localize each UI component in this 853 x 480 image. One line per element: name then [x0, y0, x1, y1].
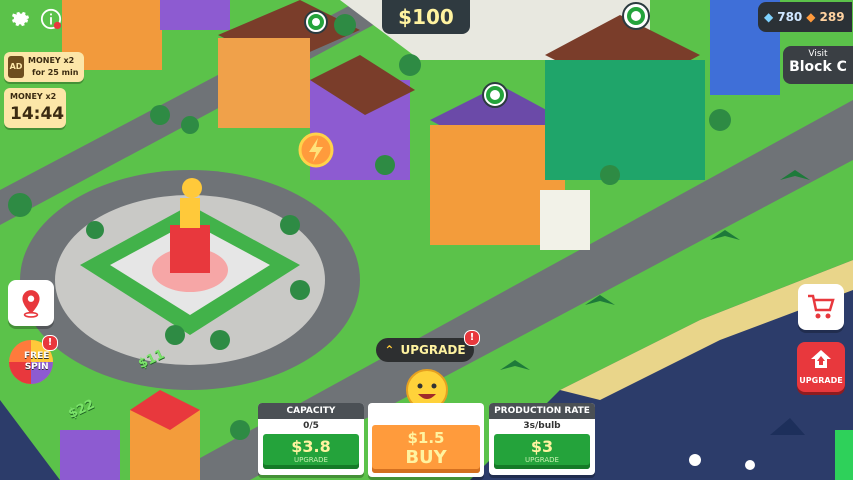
double-chevron-up-icon: ⌃ — [384, 343, 395, 357]
gold-icon: ◆ — [806, 10, 816, 24]
boost-title: MONEY x2 — [28, 56, 75, 65]
house-up-icon — [811, 350, 831, 368]
currency-bar: ◆ 780 ◆ 289 — [758, 2, 852, 32]
alert-badge: ! — [42, 335, 58, 351]
boost-duration: for 25 min — [32, 68, 79, 77]
map-button[interactable] — [8, 280, 54, 326]
upgrade-label: UPGRADE — [799, 376, 843, 385]
money-boost-ad-button[interactable]: AD MONEY x2 for 25 min — [4, 52, 84, 82]
money-balance: $100 — [382, 0, 470, 34]
capacity-title: CAPACITY — [258, 403, 364, 419]
production-upgrade-button[interactable]: $3 UPGRADE — [494, 434, 590, 469]
visit-label: Visit — [808, 49, 828, 59]
building-upgrade-button[interactable]: UPGRADE — [797, 342, 845, 392]
free-spin-button[interactable]: ! FREE SPIN — [6, 335, 58, 387]
capacity-value: 0/5 — [303, 421, 319, 431]
buy-price: $1.5 — [407, 429, 445, 447]
free-spin-label: FREE SPIN — [24, 351, 50, 372]
capacity-upgrade-label: UPGRADE — [294, 456, 328, 464]
shopping-cart-icon — [808, 294, 835, 319]
settings-button[interactable] — [6, 6, 32, 32]
capacity-price: $3.8 — [291, 437, 331, 456]
visit-target: Block C — [789, 59, 847, 75]
production-title: PRODUCTION RATE — [489, 403, 595, 419]
buy-card: $1.5 BUY — [368, 403, 484, 477]
boost-timer-title: MONEY x2 — [10, 92, 57, 101]
capacity-upgrade-button[interactable]: $3.8 UPGRADE — [263, 434, 359, 469]
map-pin-icon — [22, 290, 40, 318]
production-upgrade-label: UPGRADE — [525, 456, 559, 464]
visit-block-button[interactable]: Visit Block C — [783, 46, 853, 84]
upgrade-banner[interactable]: ⌃ UPGRADE — [376, 338, 474, 362]
gold-count: 289 — [819, 10, 845, 24]
buy-button[interactable]: $1.5 BUY — [372, 425, 480, 473]
gear-icon — [12, 11, 30, 27]
shop-button[interactable] — [798, 284, 844, 330]
production-price: $3 — [530, 437, 554, 456]
buy-label: BUY — [405, 447, 447, 468]
info-icon — [40, 8, 62, 30]
production-rate-card: PRODUCTION RATE 3s/bulb $3 UPGRADE — [489, 403, 595, 475]
alert-badge: ! — [464, 330, 480, 346]
boost-timer-value: 14:44 — [10, 104, 65, 124]
money-boost-timer: MONEY x2 14:44 — [4, 88, 66, 128]
info-button[interactable] — [38, 6, 64, 32]
ad-badge: AD — [8, 56, 24, 78]
gem-count: 780 — [777, 10, 803, 24]
capacity-card: CAPACITY 0/5 $3.8 UPGRADE — [258, 403, 364, 475]
production-value: 3s/bulb — [523, 421, 561, 431]
gem-icon: ◆ — [764, 10, 774, 24]
upgrade-banner-label: UPGRADE — [400, 343, 466, 357]
